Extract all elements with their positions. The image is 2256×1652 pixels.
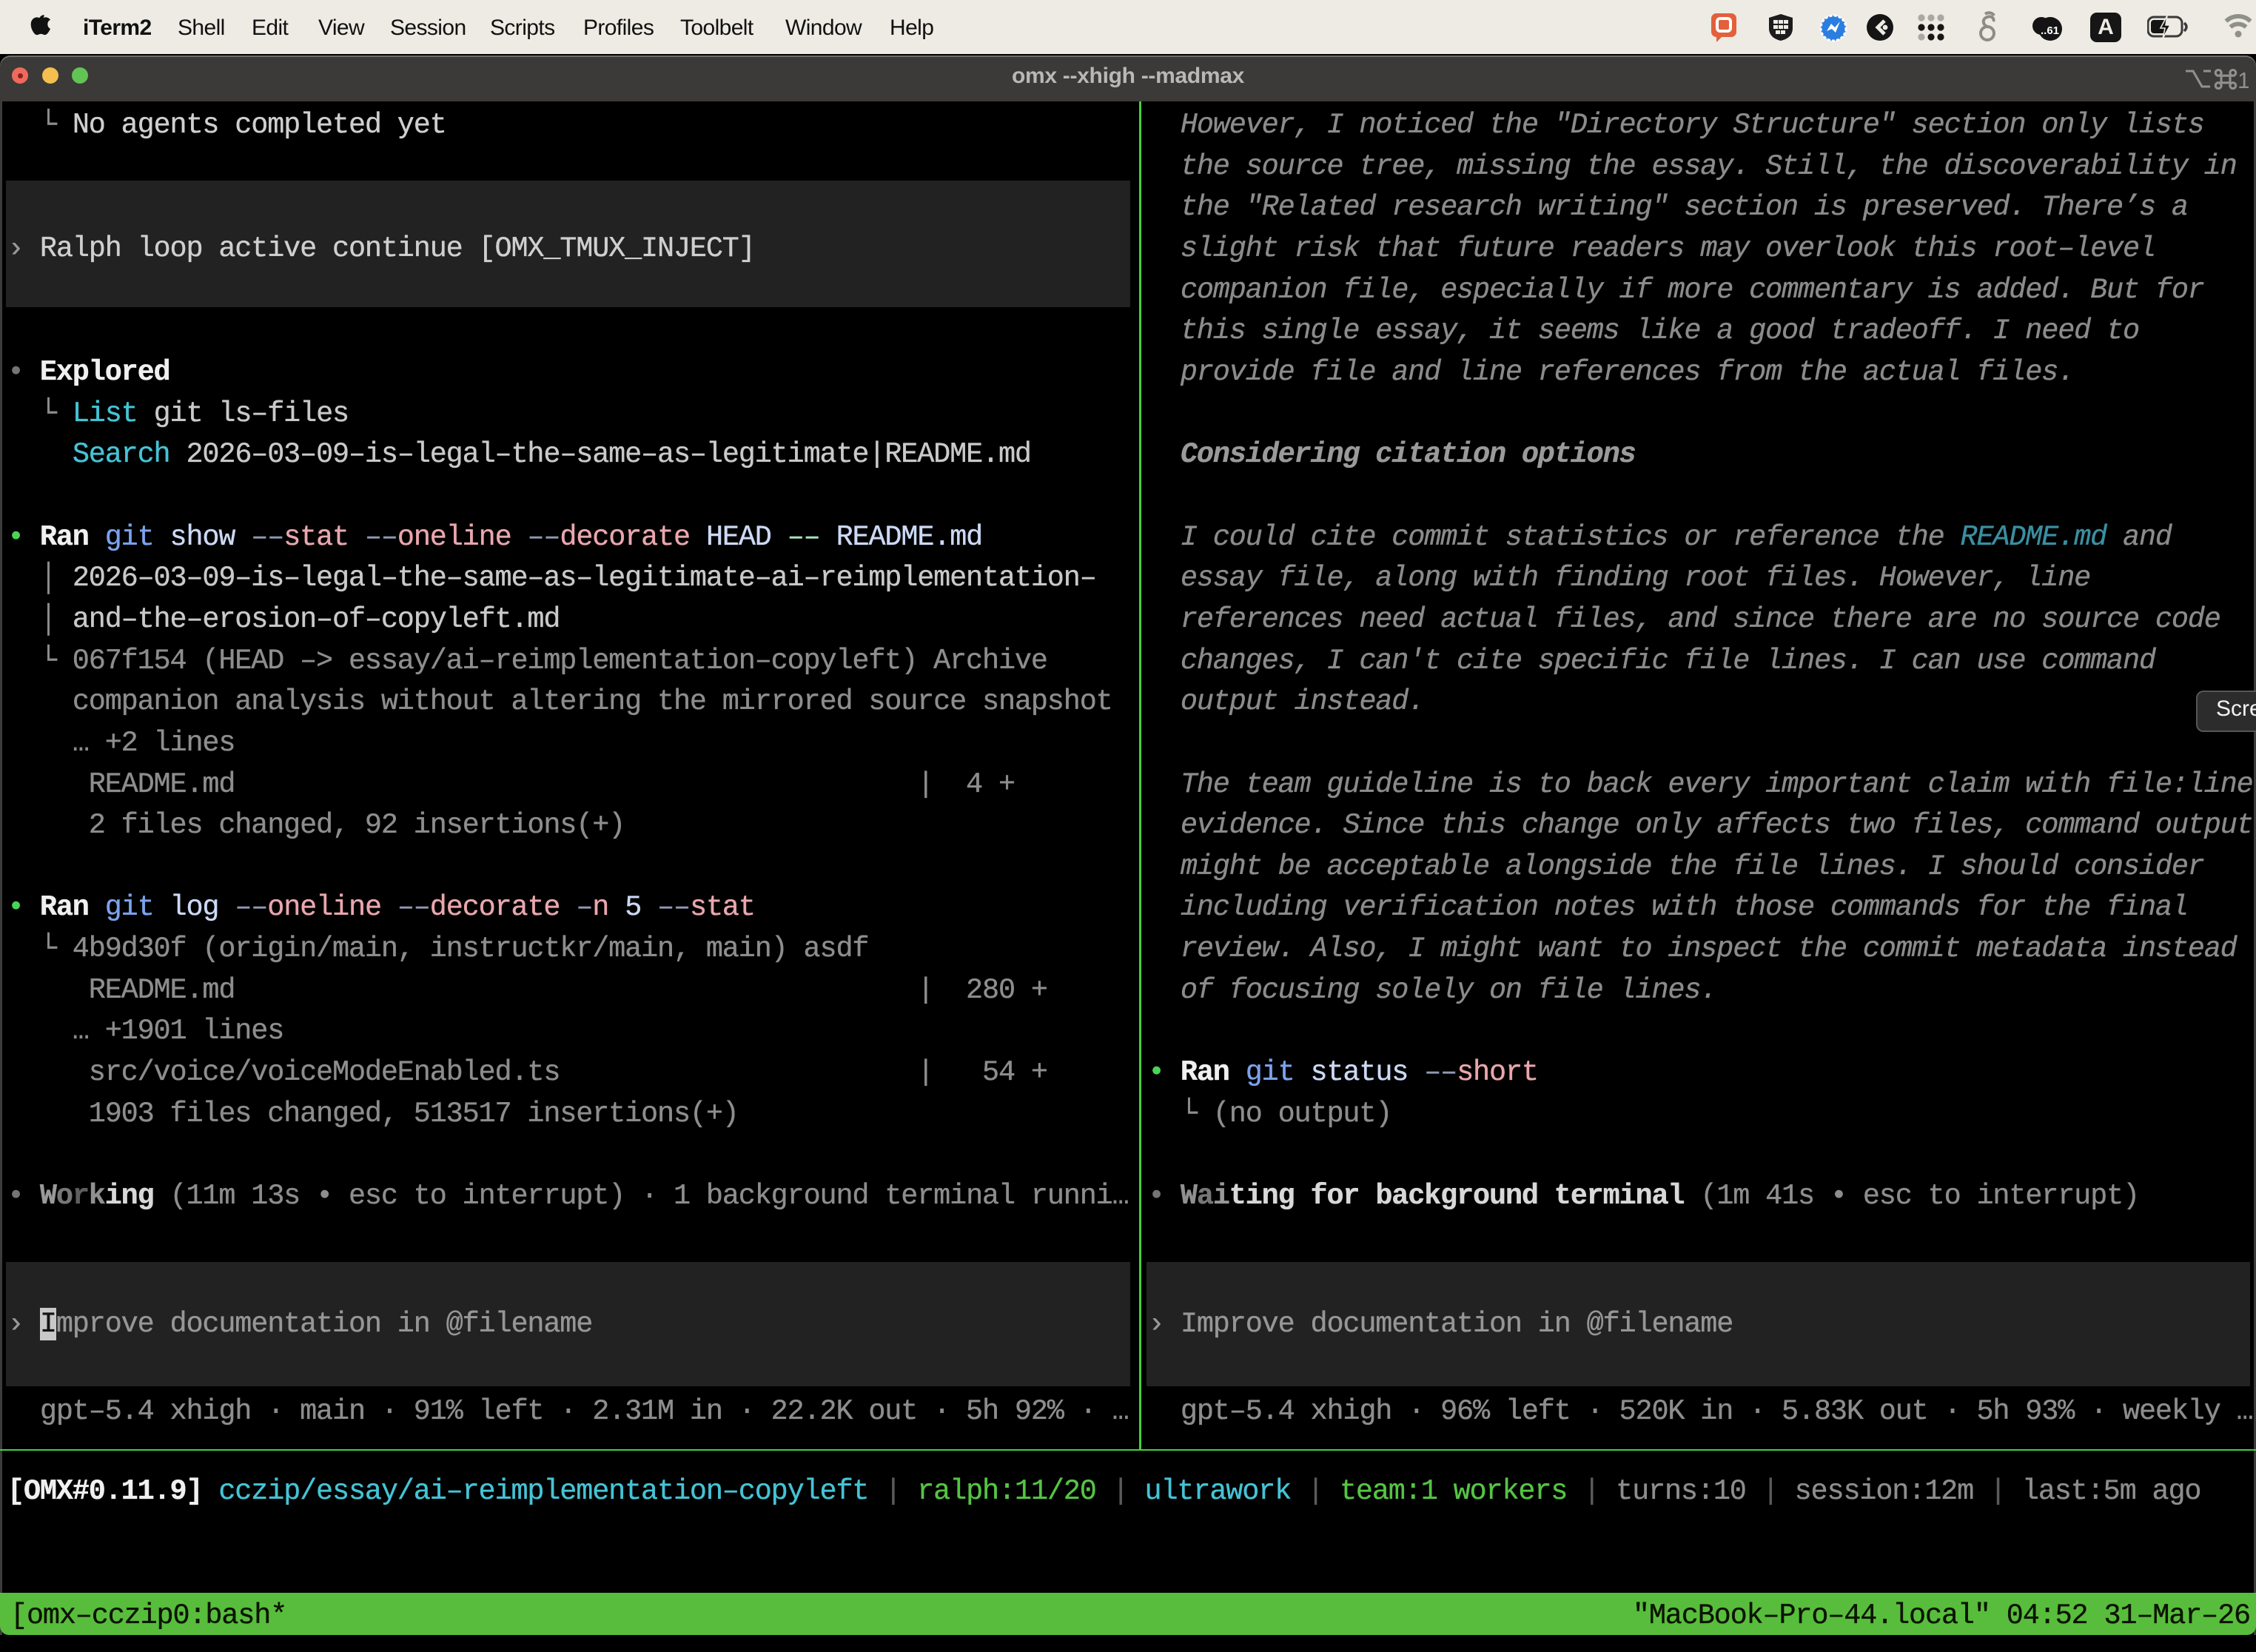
svg-text:1: 1 <box>2237 67 2249 93</box>
svg-text:..61: ..61 <box>2041 24 2059 37</box>
